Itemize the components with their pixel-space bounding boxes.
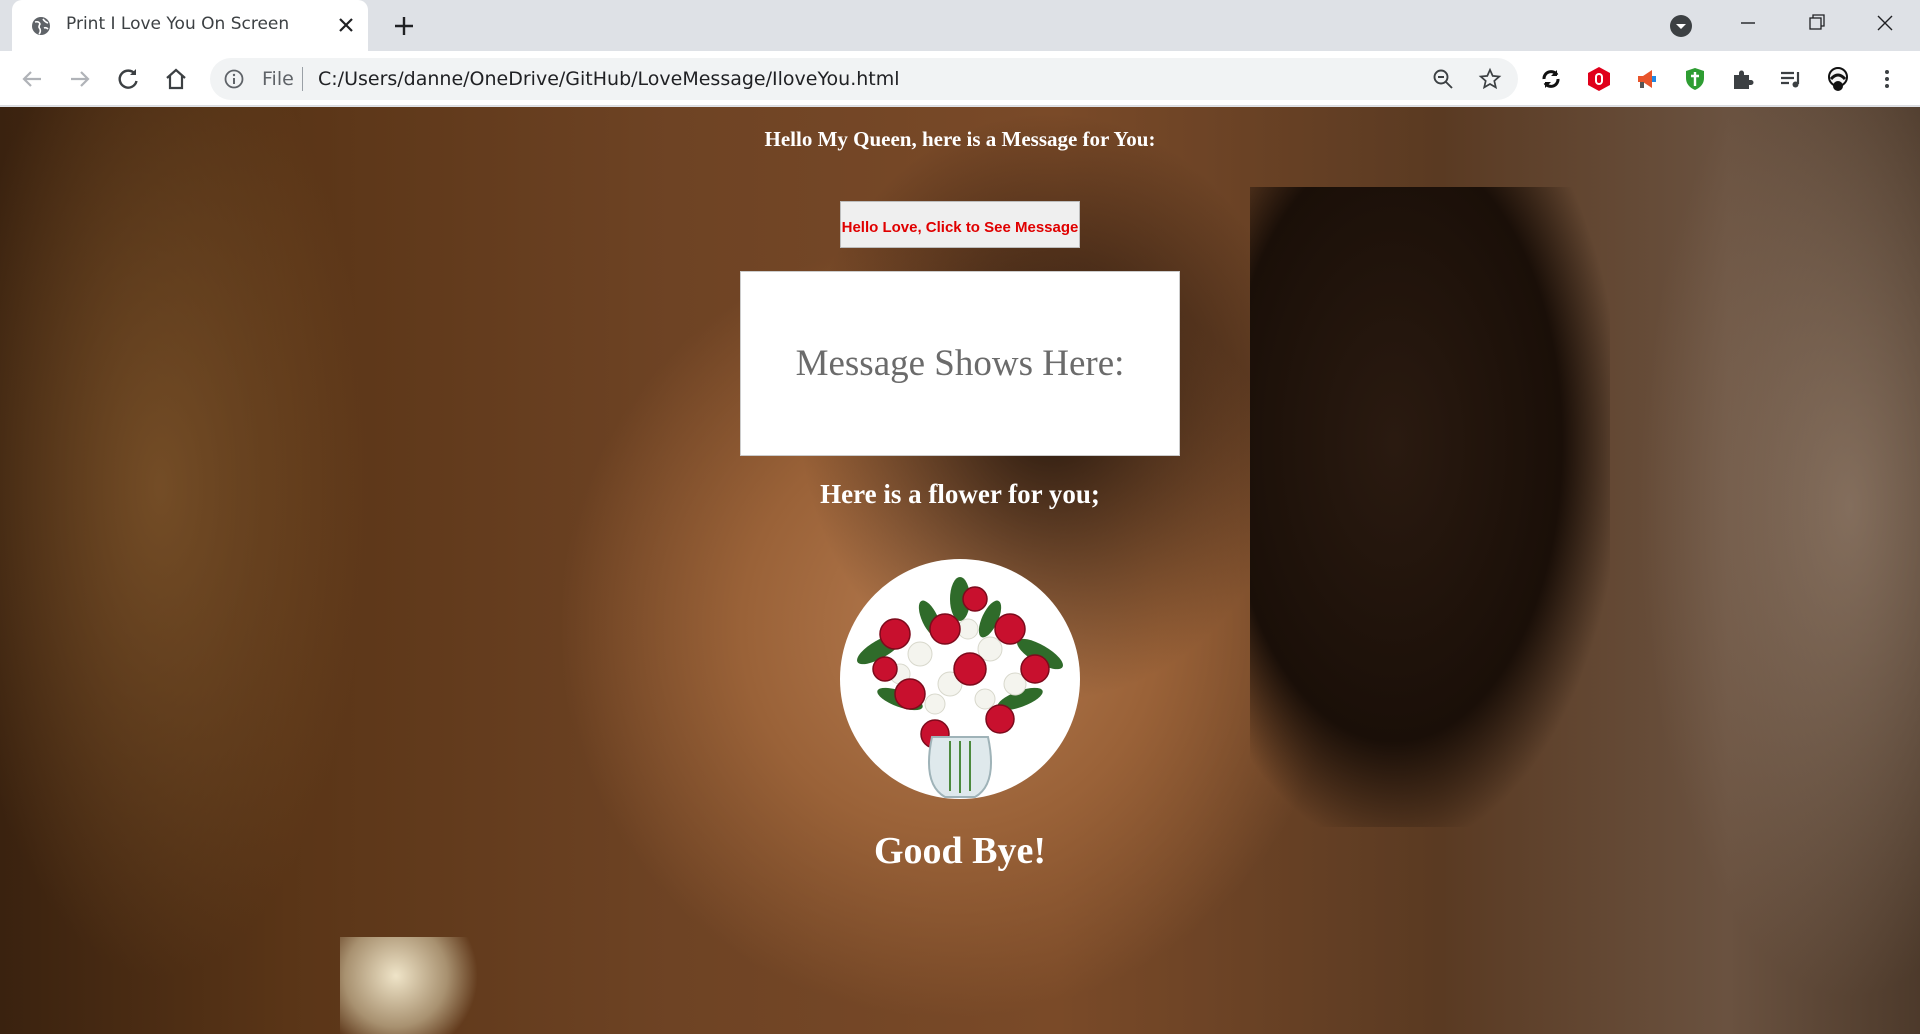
tab-title: Print I Love You On Screen	[66, 14, 290, 34]
message-placeholder: Message Shows Here:	[795, 343, 1125, 384]
omnibox-divider	[302, 67, 303, 91]
reload-icon[interactable]	[114, 65, 142, 93]
message-box: Message Shows Here:	[740, 271, 1180, 456]
kebab-menu-icon[interactable]	[1874, 66, 1900, 92]
puzzle-icon[interactable]	[1730, 66, 1756, 92]
media-control-icon[interactable]	[1778, 66, 1804, 92]
flower-heading: Here is a flower for you;	[820, 479, 1100, 509]
globe-icon	[32, 17, 50, 35]
url-text[interactable]: C:/Users/danne/OneDrive/GitHub/LoveMessa…	[318, 68, 900, 90]
flower-image	[840, 559, 1080, 799]
address-bar[interactable]: File C:/Users/danne/OneDrive/GitHub/Love…	[210, 58, 1518, 100]
web-page: Hello My Queen, here is a Message for Yo…	[0, 107, 1920, 1034]
show-message-button[interactable]: Hello Love, Click to See Message	[840, 201, 1080, 248]
shield-extension-icon[interactable]	[1682, 66, 1708, 92]
plus-icon[interactable]	[390, 12, 418, 40]
goodbye-text: Good Bye!	[873, 830, 1047, 872]
minimize-icon[interactable]	[1724, 8, 1772, 38]
browser-tab[interactable]: Print I Love You On Screen	[12, 0, 368, 51]
opera-red-extension-icon[interactable]	[1586, 66, 1612, 92]
arrow-left-icon[interactable]	[18, 65, 46, 93]
background-photo-jewel	[340, 937, 480, 1034]
sync-extension-icon[interactable]	[1538, 66, 1564, 92]
megaphone-extension-icon[interactable]	[1634, 66, 1660, 92]
rose-bouquet-icon	[857, 577, 1063, 798]
window-close-icon[interactable]	[1860, 8, 1908, 38]
restore-icon[interactable]	[1792, 8, 1840, 38]
scheme-label: File	[262, 68, 294, 90]
arrow-right-icon[interactable]	[66, 65, 94, 93]
zoom-out-icon[interactable]	[1432, 68, 1454, 90]
info-icon[interactable]	[224, 69, 244, 89]
page-heading: Hello My Queen, here is a Message for Yo…	[764, 127, 1156, 151]
browser-toolbar: File C:/Users/danne/OneDrive/GitHub/Love…	[0, 51, 1920, 106]
home-icon[interactable]	[162, 65, 190, 93]
star-icon[interactable]	[1478, 67, 1502, 91]
tab-strip: Print I Love You On Screen	[0, 0, 1920, 51]
profile-avatar-icon[interactable]	[1826, 66, 1852, 92]
close-icon[interactable]	[334, 13, 358, 37]
tab-search-icon[interactable]	[1668, 13, 1694, 39]
